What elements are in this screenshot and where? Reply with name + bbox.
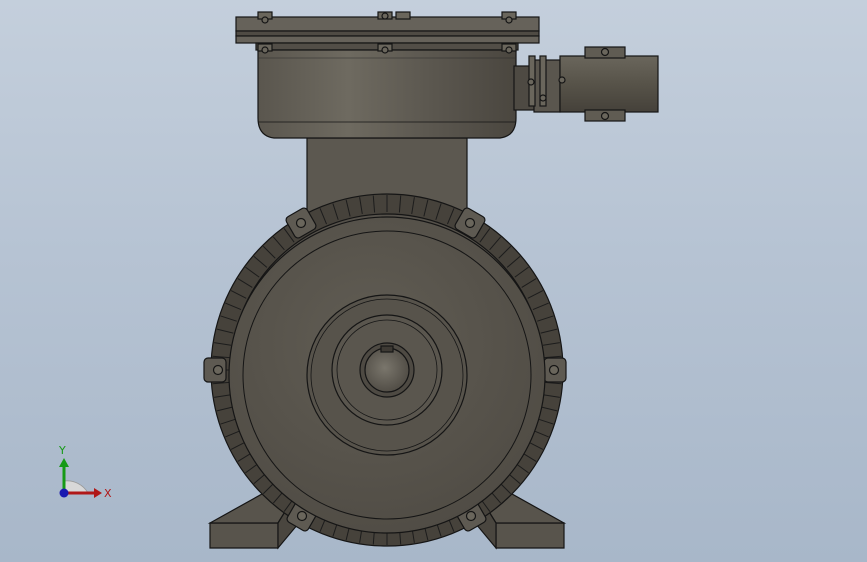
z-axis-dot: [59, 488, 69, 498]
x-axis-label: X: [104, 487, 112, 500]
model-viewport[interactable]: X Y: [0, 0, 867, 562]
shaft[interactable]: [359, 342, 415, 398]
view-orientation-triad: X Y: [58, 444, 112, 500]
terminal-box[interactable]: [235, 16, 540, 139]
x-axis-arrowhead: [94, 488, 102, 498]
y-axis-label: Y: [58, 444, 66, 457]
cable-gland[interactable]: [513, 46, 659, 122]
y-axis-arrowhead: [59, 458, 69, 467]
